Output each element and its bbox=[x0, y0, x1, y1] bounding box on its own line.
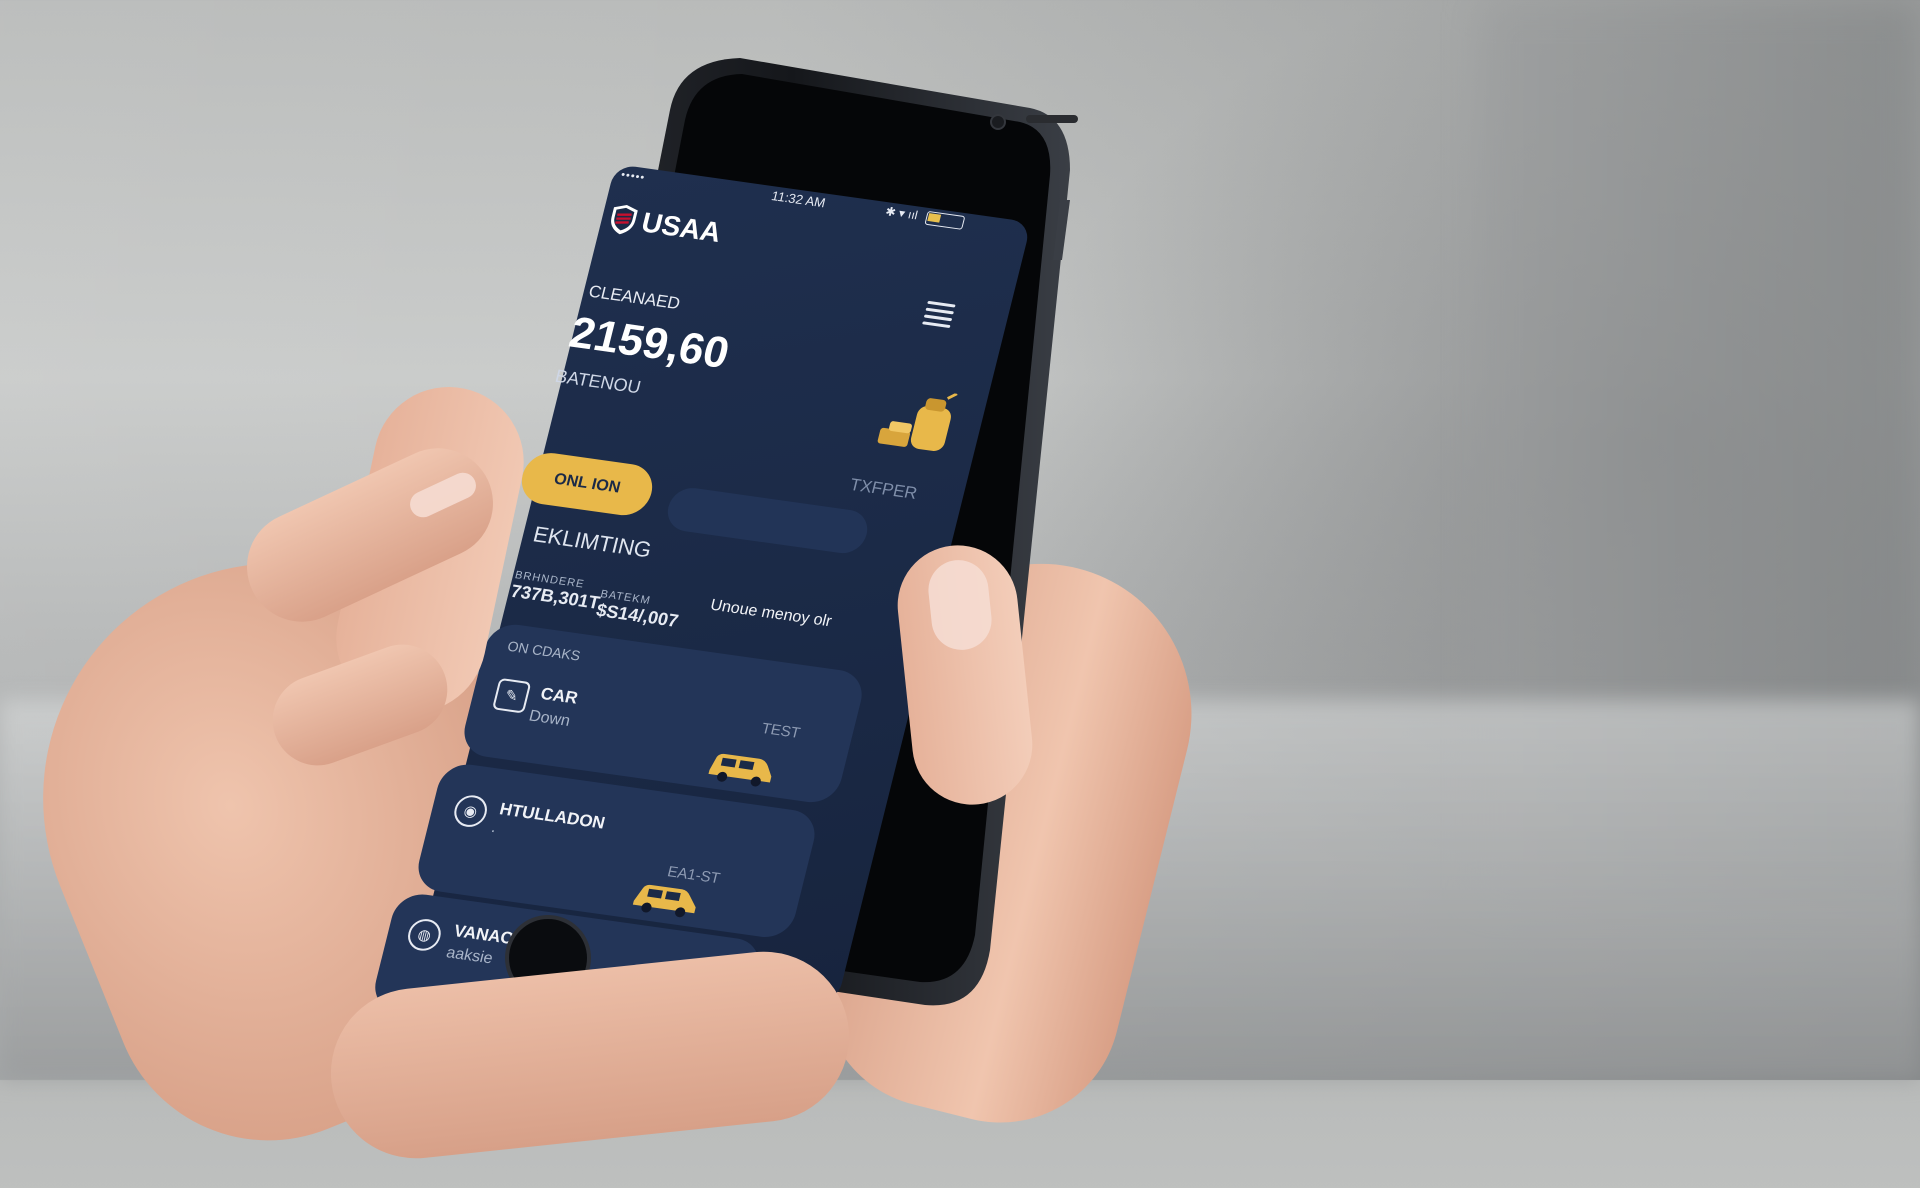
earpiece bbox=[1026, 115, 1078, 123]
front-camera bbox=[990, 114, 1006, 130]
